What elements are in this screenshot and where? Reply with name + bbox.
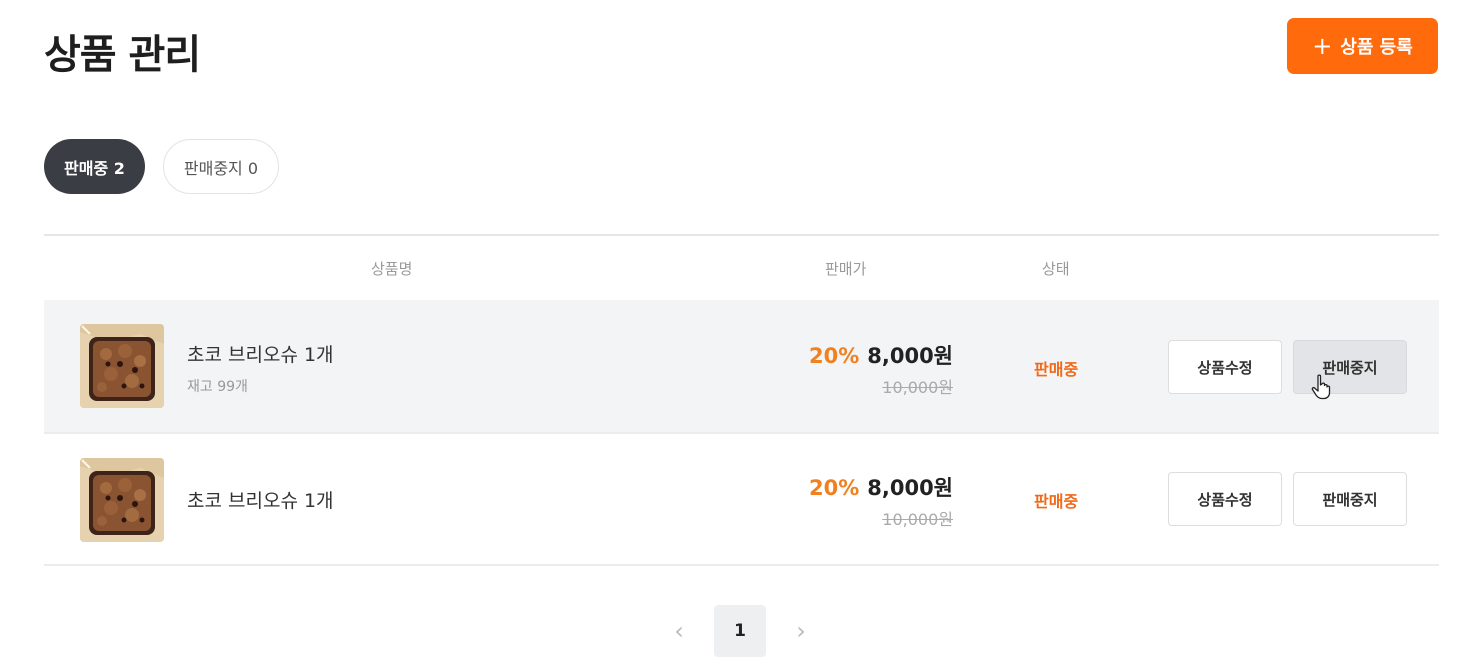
discount-rate: 20%	[808, 344, 860, 368]
discount-rate: 20%	[808, 476, 860, 500]
product-thumbnail	[80, 324, 164, 408]
product-name: 초코 브리오슈 1개	[187, 344, 334, 366]
column-header-price: 판매가	[825, 260, 867, 278]
price-cell: 20% 8,000원 10,000원	[809, 472, 953, 530]
original-price: 10,000원	[882, 378, 953, 397]
hand-cursor-icon	[1311, 374, 1331, 400]
product-management-page: 상품 관리 + 상품 등록 판매중 2 판매중지 0 상품명 판매가 상태 초코…	[0, 0, 1470, 664]
product-name: 초코 브리오슈 1개	[187, 490, 334, 512]
status-badge: 판매중	[1034, 492, 1079, 511]
price-cell: 20% 8,000원 10,000원	[809, 340, 953, 398]
table-row: 초코 브리오슈 1개 재고 99개 20% 8,000원 10,000원 판매중 …	[44, 300, 1439, 434]
edit-product-button[interactable]: 상품수정	[1168, 340, 1282, 394]
chevron-left-icon[interactable]: ‹	[670, 617, 688, 645]
sale-price: 8,000원	[867, 476, 953, 500]
page-number-current[interactable]: 1	[714, 605, 766, 657]
column-header-status: 상태	[1042, 260, 1070, 278]
product-table: 상품명 판매가 상태 초코 브리오슈 1개 재고 99개 20% 8,000원 …	[44, 234, 1439, 566]
stop-sale-button[interactable]: 판매중지	[1293, 472, 1407, 526]
edit-product-button[interactable]: 상품수정	[1168, 472, 1282, 526]
status-badge: 판매중	[1034, 360, 1079, 379]
column-header-name: 상품명	[371, 260, 413, 278]
product-stock: 재고 99개	[187, 379, 248, 395]
table-header: 상품명 판매가 상태	[44, 236, 1439, 300]
table-row: 초코 브리오슈 1개 20% 8,000원 10,000원 판매중 상품수정 판매…	[44, 434, 1439, 566]
pagination: ‹ 1 ›	[670, 605, 810, 657]
sale-price: 8,000원	[867, 344, 953, 368]
original-price: 10,000원	[882, 510, 953, 529]
plus-icon: +	[1312, 32, 1333, 60]
tab-on-sale[interactable]: 판매중 2	[44, 139, 145, 194]
product-thumbnail	[80, 458, 164, 542]
status-filter-tabs: 판매중 2 판매중지 0	[44, 139, 280, 194]
page-title: 상품 관리	[44, 32, 201, 78]
add-product-label: 상품 등록	[1340, 37, 1413, 58]
tab-sale-stopped[interactable]: 판매중지 0	[162, 139, 280, 194]
add-product-button[interactable]: + 상품 등록	[1287, 18, 1438, 74]
chevron-right-icon[interactable]: ›	[792, 617, 810, 645]
